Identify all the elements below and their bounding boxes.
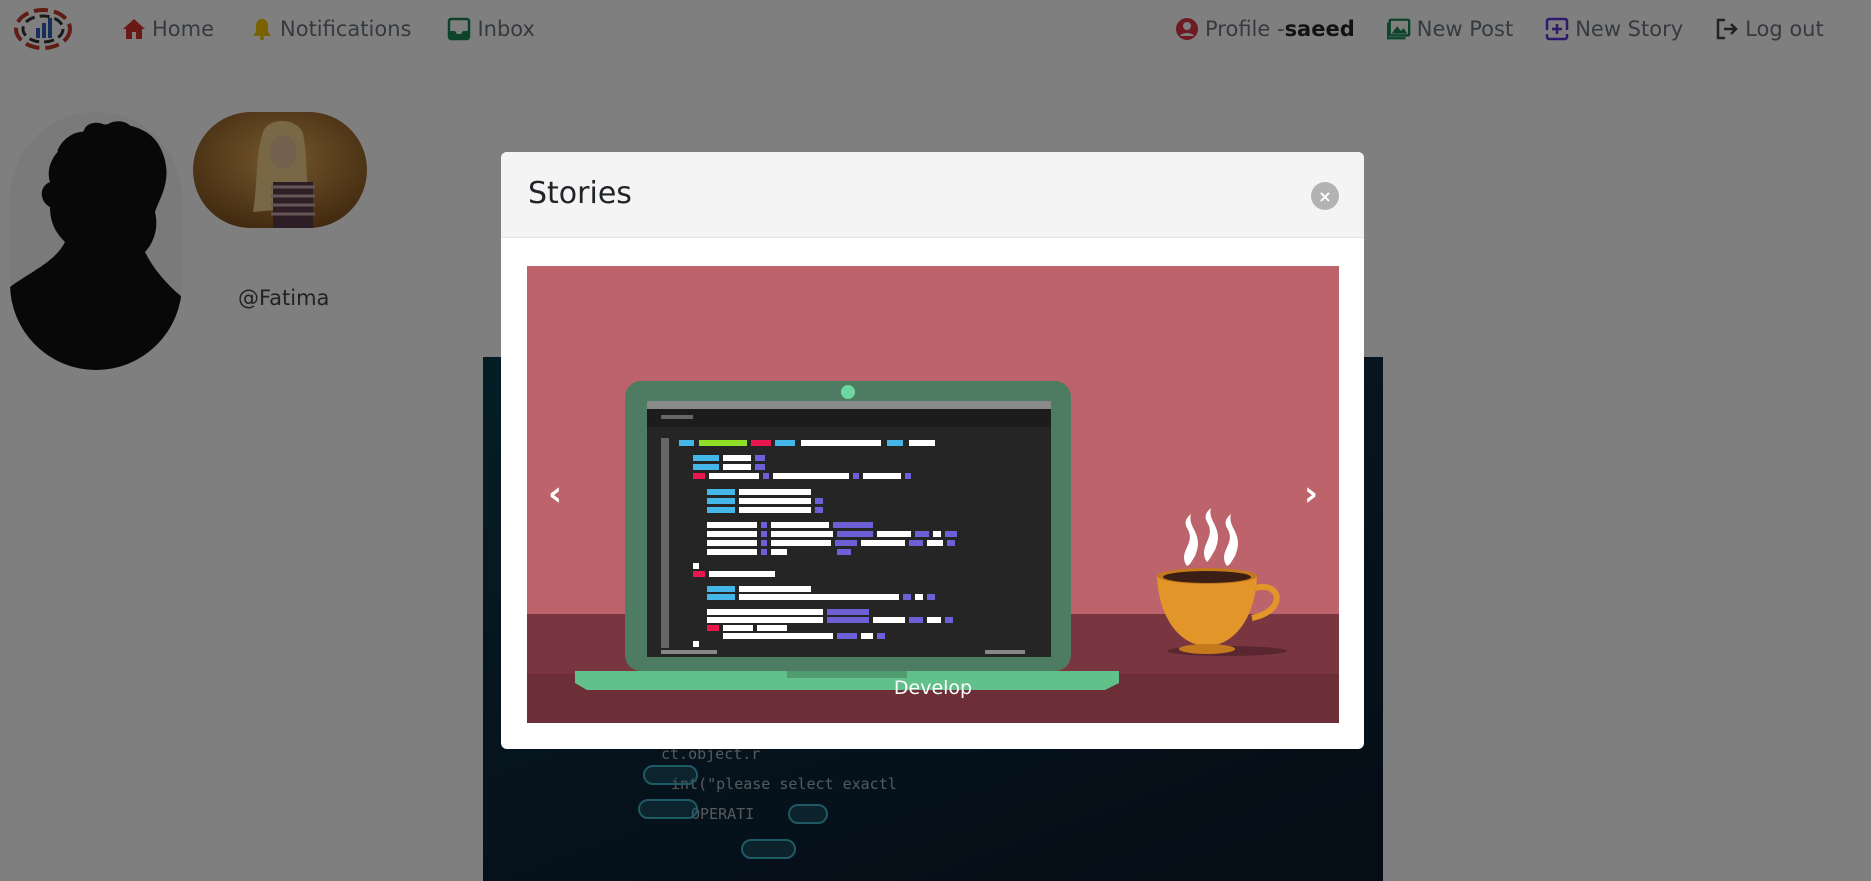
chevron-left-icon: ‹ (547, 474, 562, 514)
carousel-next-button[interactable]: › (1291, 476, 1331, 516)
stories-modal: Stories × ‹ › Develop (501, 152, 1364, 749)
slide-caption: Develop (893, 677, 973, 699)
close-button[interactable]: × (1311, 182, 1339, 210)
stories-carousel: ‹ › Develop (527, 266, 1339, 723)
modal-header: Stories × (501, 152, 1364, 238)
chevron-right-icon: › (1303, 474, 1318, 514)
modal-title: Stories (528, 176, 632, 211)
close-icon: × (1318, 186, 1332, 206)
carousel-prev-button[interactable]: ‹ (535, 476, 575, 516)
story-slide-image (527, 266, 1339, 723)
